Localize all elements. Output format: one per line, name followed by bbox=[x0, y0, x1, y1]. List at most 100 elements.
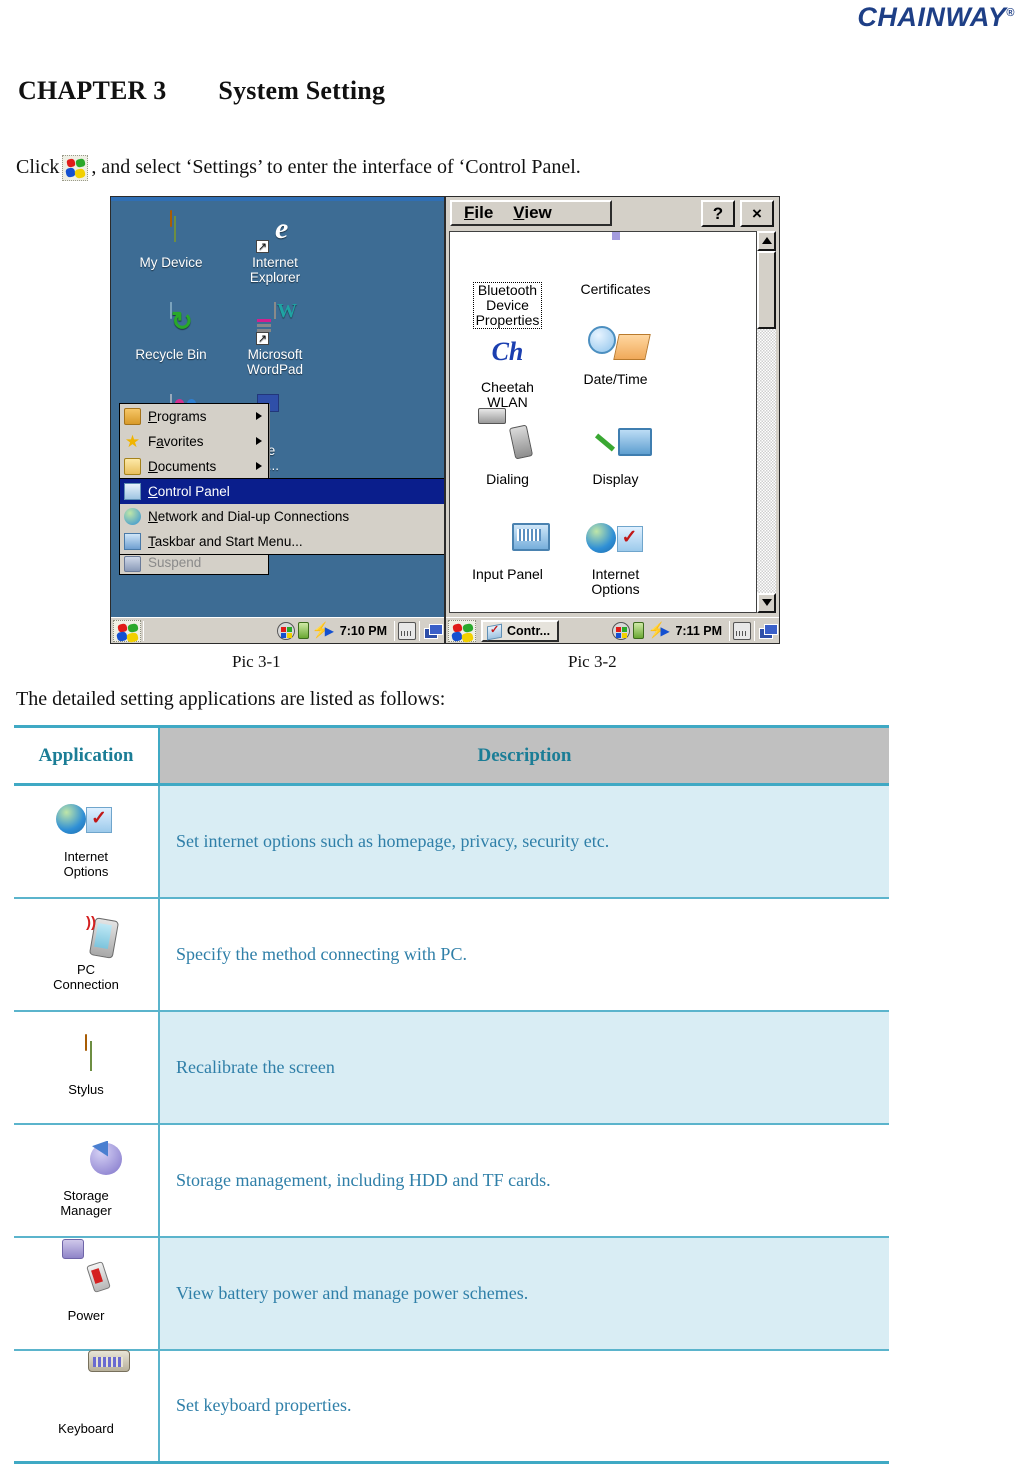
desktop-icon-recycle-bin[interactable]: Recycle Bin bbox=[117, 302, 225, 362]
charging-bolt-icon: ⚡ bbox=[647, 621, 667, 639]
submenu-item-control-panel[interactable]: Control Panel bbox=[120, 479, 444, 504]
taskbar-clock[interactable]: 7:11 PM bbox=[671, 624, 726, 638]
documents-icon bbox=[124, 458, 141, 475]
cp-item-display[interactable]: Display bbox=[558, 426, 673, 487]
caption-pic-3-2: Pic 3-2 bbox=[568, 652, 617, 671]
close-button[interactable]: × bbox=[740, 200, 774, 227]
app-icon-internet-options: Internet Options bbox=[52, 802, 120, 879]
pic2-taskbar[interactable]: Contr... ⚡ ▶ 7:11 PM bbox=[446, 617, 779, 643]
battery-icon[interactable] bbox=[633, 622, 645, 639]
table-cell-application: )) PC Connection bbox=[14, 896, 160, 1011]
page-title: CHAPTER 3 System Setting bbox=[18, 76, 385, 106]
cheetah-glyph-text: Ch bbox=[491, 337, 524, 366]
start-menu-item-suspend[interactable]: Suspend bbox=[119, 553, 269, 575]
chevron-up-icon bbox=[761, 237, 772, 244]
power-icon bbox=[52, 1261, 120, 1307]
cp-item-label: Bluetooth Device Properties bbox=[472, 282, 543, 329]
menu-item-view[interactable]: View bbox=[513, 203, 551, 223]
vertical-scrollbar[interactable] bbox=[757, 231, 776, 613]
cp-item-internet-options[interactable]: Internet Options bbox=[558, 521, 673, 597]
chapter-title: System Setting bbox=[218, 76, 386, 105]
task-button-label: Contr... bbox=[507, 623, 551, 638]
windows-start-flag-icon[interactable] bbox=[113, 619, 141, 643]
keyboard-input-icon[interactable] bbox=[398, 621, 416, 640]
app-label-line2: Options bbox=[63, 863, 109, 879]
cp-item-date-time[interactable]: Date/Time bbox=[558, 326, 673, 387]
scroll-up-button[interactable] bbox=[757, 231, 776, 251]
desktop-icon-label: Recycle Bin bbox=[135, 347, 207, 362]
system-tray[interactable]: ⚡ ▶ 7:10 PM bbox=[276, 620, 444, 641]
cp-item-dialing[interactable]: Dialing bbox=[450, 426, 565, 487]
start-menu-label: Suspend bbox=[148, 555, 202, 570]
network-status-icon[interactable] bbox=[612, 621, 631, 640]
start-menu-item-favorites[interactable]: ★ Favorites bbox=[120, 429, 268, 454]
menu-item-file[interactable]: File bbox=[464, 203, 493, 223]
pic1-taskbar[interactable]: ⚡ ▶ 7:10 PM bbox=[111, 617, 444, 643]
table-header-row: Application Description bbox=[14, 726, 889, 786]
cp-item-input-panel[interactable]: Input Panel bbox=[450, 521, 565, 582]
start-menu[interactable]: Programs ★ Favorites Documents bbox=[119, 403, 269, 480]
table-cell-description: Recalibrate the screen bbox=[159, 1009, 889, 1124]
desktop-icon-my-device[interactable]: My Device bbox=[117, 210, 225, 270]
table-header-application: Application bbox=[14, 726, 160, 786]
chevron-down-icon bbox=[761, 599, 772, 606]
start-menu-item-documents[interactable]: Documents bbox=[120, 454, 268, 479]
app-label-line1: Internet bbox=[63, 848, 109, 864]
taskbar-divider bbox=[394, 620, 395, 641]
shortcut-arrow-icon bbox=[256, 332, 269, 345]
table-cell-application: Internet Options bbox=[14, 784, 160, 898]
network-status-icon[interactable] bbox=[276, 621, 295, 640]
pc-connection-icon: )) bbox=[52, 915, 120, 961]
page-header: CHAINWAY® bbox=[0, 0, 1029, 46]
desktop-windows-icon[interactable] bbox=[423, 622, 443, 640]
cp-item-cheetah-wlan[interactable]: Ch Cheetah WLAN bbox=[450, 334, 565, 410]
cp-item-certificates[interactable]: Certificates bbox=[558, 236, 673, 297]
date-time-icon bbox=[558, 326, 673, 370]
desktop-icon-wordpad[interactable]: Microsoft WordPad bbox=[221, 302, 329, 377]
cp-label-line1: Bluetooth bbox=[477, 282, 538, 298]
menu-group[interactable]: File View bbox=[450, 200, 612, 226]
table-cell-application: Stylus bbox=[14, 1009, 160, 1124]
signal-wave-icon: )) bbox=[86, 913, 96, 931]
play-arrow-icon: ▶ bbox=[324, 623, 334, 638]
help-button[interactable]: ? bbox=[701, 200, 735, 227]
cheetah-wlan-icon: Ch bbox=[450, 334, 565, 378]
settings-submenu[interactable]: Control Panel Network and Dial-up Connec… bbox=[119, 478, 444, 555]
cp-item-label: Internet bbox=[591, 566, 640, 582]
table-cell-application: Storage Manager bbox=[14, 1122, 160, 1237]
chapter-number: CHAPTER 3 bbox=[18, 76, 167, 105]
start-menu-label: ocuments bbox=[157, 459, 217, 474]
cp-label-line2: Device bbox=[486, 297, 529, 313]
lead-sentence: The detailed setting applications are li… bbox=[16, 688, 446, 710]
dialing-icon bbox=[450, 426, 565, 470]
caption-pic-3-1: Pic 3-1 bbox=[232, 652, 281, 671]
cp-label-line3: Properties bbox=[475, 312, 540, 328]
cp-item-bluetooth-device-properties[interactable]: Bluetooth Device Properties bbox=[450, 236, 565, 329]
submenu-label: etwork and Dial-up Connections bbox=[157, 509, 350, 524]
submenu-item-network-dialup[interactable]: Network and Dial-up Connections bbox=[120, 504, 444, 529]
battery-icon[interactable] bbox=[297, 622, 309, 639]
app-icon-power: Power bbox=[52, 1261, 120, 1323]
submenu-label: ontrol Panel bbox=[157, 484, 230, 499]
scrollbar-track[interactable] bbox=[757, 251, 776, 593]
taskbar-task-button-control-panel[interactable]: Contr... bbox=[481, 619, 560, 642]
system-tray[interactable]: ⚡ ▶ 7:11 PM bbox=[612, 620, 779, 641]
scroll-down-button[interactable] bbox=[757, 593, 776, 613]
start-menu-item-programs[interactable]: Programs bbox=[120, 404, 268, 429]
internet-options-icon bbox=[52, 802, 120, 848]
app-icon-stylus: Stylus bbox=[52, 1034, 120, 1097]
windows-start-flag-icon[interactable] bbox=[448, 619, 476, 643]
submenu-arrow-icon bbox=[256, 437, 262, 445]
taskbar-clock[interactable]: 7:10 PM bbox=[336, 624, 391, 638]
table-row: Stylus Recalibrate the screen bbox=[14, 1009, 889, 1124]
desktop-icon-label-2: Explorer bbox=[249, 270, 301, 285]
desktop-windows-icon[interactable] bbox=[758, 622, 778, 640]
star-favorites-icon: ★ bbox=[124, 432, 141, 451]
desktop-icon-internet-explorer[interactable]: Internet Explorer bbox=[221, 211, 329, 285]
keyboard-input-icon[interactable] bbox=[733, 621, 751, 640]
table-cell-description: Storage management, including HDD and TF… bbox=[159, 1122, 889, 1237]
pic-3-2-control-panel-screenshot: File View ? × Bluetooth Device Propertie… bbox=[445, 196, 780, 644]
cp-item-label: Date/Time bbox=[583, 371, 648, 387]
scrollbar-thumb[interactable] bbox=[757, 251, 776, 329]
submenu-item-taskbar-startmenu[interactable]: Taskbar and Start Menu... bbox=[120, 529, 444, 554]
